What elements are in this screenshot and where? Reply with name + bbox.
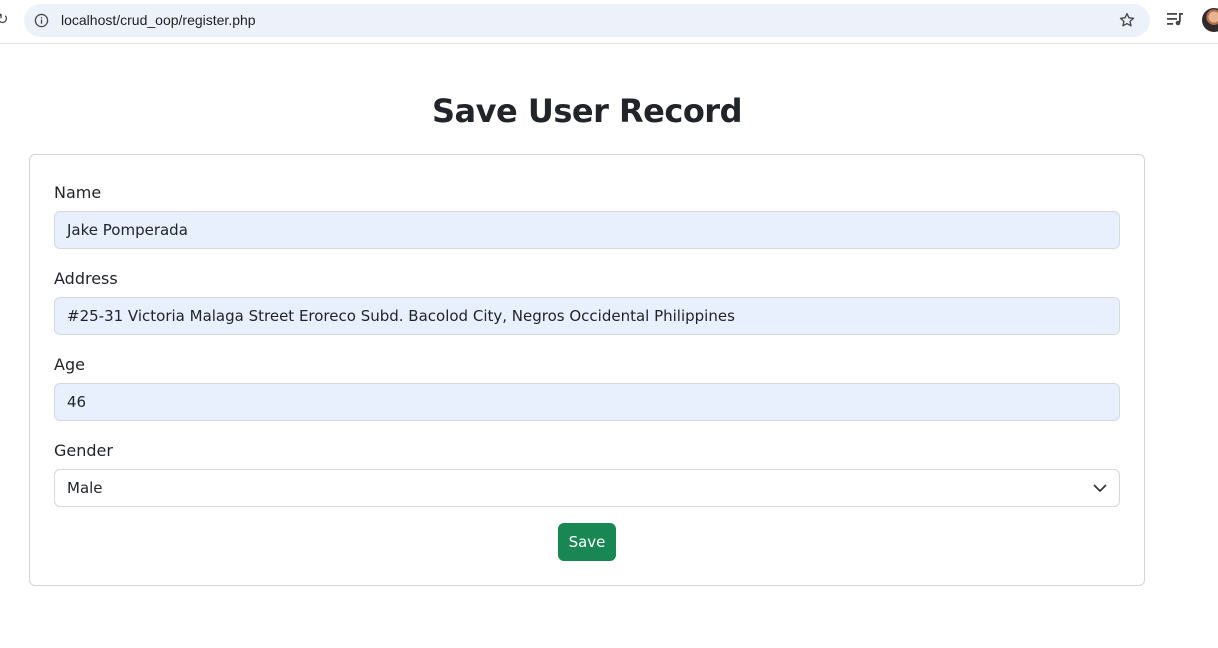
gender-label: Gender — [54, 441, 113, 460]
save-button[interactable]: Save — [558, 523, 616, 561]
address-label: Address — [54, 269, 118, 288]
gender-select[interactable]: Male — [54, 469, 1120, 507]
chevron-down-icon — [1093, 484, 1107, 492]
age-input[interactable]: 46 — [54, 383, 1120, 421]
name-label: Name — [54, 183, 102, 202]
age-label: Age — [54, 355, 85, 374]
page-title: Save User Record — [432, 92, 742, 130]
address-bar[interactable]: localhost/crud_oop/register.php — [24, 4, 1150, 37]
profile-avatar[interactable] — [1202, 8, 1218, 32]
name-input[interactable]: Jake Pomperada — [54, 211, 1120, 249]
reload-icon[interactable]: ↻ — [0, 12, 9, 28]
url-text[interactable]: localhost/crud_oop/register.php — [61, 12, 256, 28]
browser-toolbar: ↻ localhost/crud_oop/register.php — [0, 0, 1218, 44]
gender-selected-value: Male — [67, 479, 103, 497]
address-input[interactable]: #25-31 Victoria Malaga Street Eroreco Su… — [54, 297, 1120, 335]
info-icon[interactable] — [34, 13, 49, 28]
media-queue-icon[interactable] — [1166, 11, 1184, 27]
user-form-card: Name Jake Pomperada Address #25-31 Victo… — [29, 154, 1145, 586]
star-icon[interactable] — [1118, 11, 1136, 29]
